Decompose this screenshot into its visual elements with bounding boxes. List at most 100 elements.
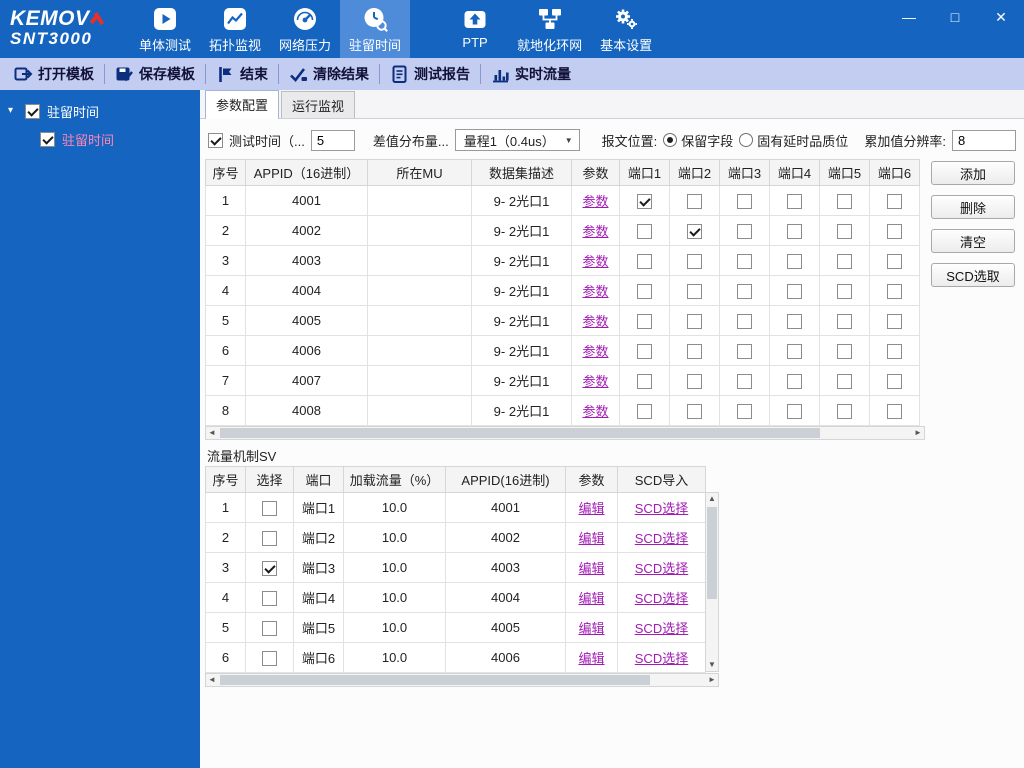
- select-checkbox[interactable]: [262, 531, 277, 546]
- param-link[interactable]: 参数: [582, 404, 608, 419]
- port-3-checkbox[interactable]: [737, 404, 752, 419]
- port-6-checkbox[interactable]: [887, 344, 902, 359]
- scd-select-link[interactable]: SCD选择: [635, 561, 688, 576]
- port-6-checkbox[interactable]: [887, 224, 902, 239]
- edit-link[interactable]: 编辑: [578, 531, 604, 546]
- column-header[interactable]: 端口: [294, 467, 344, 493]
- param-link[interactable]: 参数: [582, 254, 608, 269]
- scd-select-link[interactable]: SCD选择: [635, 591, 688, 606]
- end-button[interactable]: 结束: [206, 58, 278, 90]
- test-time-checkbox[interactable]: [208, 133, 223, 148]
- port-5-checkbox[interactable]: [837, 224, 852, 239]
- edit-link[interactable]: 编辑: [578, 651, 604, 666]
- param-link[interactable]: 参数: [582, 374, 608, 389]
- port-5-checkbox[interactable]: [837, 344, 852, 359]
- port-4-checkbox[interactable]: [787, 284, 802, 299]
- param-link[interactable]: 参数: [582, 344, 608, 359]
- scrollbar-thumb[interactable]: [220, 675, 650, 685]
- tab-param-config[interactable]: 参数配置: [205, 90, 279, 119]
- select-checkbox[interactable]: [262, 561, 277, 576]
- edit-link[interactable]: 编辑: [578, 501, 604, 516]
- sv-table-vscrollbar[interactable]: ▲ ▼: [705, 492, 719, 672]
- nav-ptp[interactable]: PTP: [442, 0, 508, 58]
- port-3-checkbox[interactable]: [737, 254, 752, 269]
- port-4-checkbox[interactable]: [787, 344, 802, 359]
- realtime-traffic-button[interactable]: 实时流量: [481, 58, 581, 90]
- radio-reserved-field[interactable]: 保留字段: [663, 131, 733, 150]
- tree-item-residence-child[interactable]: 驻留时间: [0, 125, 200, 153]
- clear-results-button[interactable]: 清除结果: [279, 58, 379, 90]
- column-header[interactable]: APPID(16进制): [446, 467, 566, 493]
- column-header[interactable]: 所在MU: [368, 160, 472, 186]
- add-button[interactable]: 添加: [931, 161, 1015, 185]
- port-5-checkbox[interactable]: [837, 404, 852, 419]
- param-link[interactable]: 参数: [582, 284, 608, 299]
- scroll-right-icon[interactable]: ►: [912, 427, 924, 439]
- port-2-checkbox[interactable]: [687, 224, 702, 239]
- column-header[interactable]: 端口6: [870, 160, 920, 186]
- port-4-checkbox[interactable]: [787, 254, 802, 269]
- column-header[interactable]: 加载流量（%）: [344, 467, 446, 493]
- port-5-checkbox[interactable]: [837, 254, 852, 269]
- port-2-checkbox[interactable]: [687, 344, 702, 359]
- scroll-right-icon[interactable]: ►: [706, 674, 718, 686]
- accum-resolution-input[interactable]: [952, 130, 1016, 151]
- port-5-checkbox[interactable]: [837, 284, 852, 299]
- column-header[interactable]: 端口5: [820, 160, 870, 186]
- edit-link[interactable]: 编辑: [578, 621, 604, 636]
- param-link[interactable]: 参数: [582, 194, 608, 209]
- port-5-checkbox[interactable]: [837, 194, 852, 209]
- clear-button[interactable]: 清空: [931, 229, 1015, 253]
- port-4-checkbox[interactable]: [787, 404, 802, 419]
- port-5-checkbox[interactable]: [837, 374, 852, 389]
- port-1-checkbox[interactable]: [637, 224, 652, 239]
- port-1-checkbox[interactable]: [637, 374, 652, 389]
- port-4-checkbox[interactable]: [787, 224, 802, 239]
- port-3-checkbox[interactable]: [737, 224, 752, 239]
- column-header[interactable]: APPID（16进制）: [246, 160, 368, 186]
- column-header[interactable]: 参数: [566, 467, 618, 493]
- nav-residence-time[interactable]: 驻留时间: [340, 0, 410, 58]
- scd-select-link[interactable]: SCD选择: [635, 501, 688, 516]
- test-report-button[interactable]: 测试报告: [380, 58, 480, 90]
- port-1-checkbox[interactable]: [637, 284, 652, 299]
- tree-expander-icon[interactable]: ▾: [8, 106, 18, 116]
- column-header[interactable]: 端口1: [620, 160, 670, 186]
- param-link[interactable]: 参数: [582, 224, 608, 239]
- select-checkbox[interactable]: [262, 651, 277, 666]
- port-4-checkbox[interactable]: [787, 314, 802, 329]
- scd-select-link[interactable]: SCD选择: [635, 651, 688, 666]
- column-header[interactable]: 序号: [206, 467, 246, 493]
- range-select[interactable]: 量程1（0.4us） ▼: [455, 129, 580, 151]
- port-4-checkbox[interactable]: [787, 194, 802, 209]
- select-checkbox[interactable]: [262, 501, 277, 516]
- save-template-button[interactable]: 保存模板: [105, 58, 205, 90]
- port-6-checkbox[interactable]: [887, 404, 902, 419]
- scd-pick-button[interactable]: SCD选取: [931, 263, 1015, 287]
- select-checkbox[interactable]: [262, 621, 277, 636]
- scroll-left-icon[interactable]: ◄: [206, 427, 218, 439]
- scroll-down-icon[interactable]: ▼: [706, 659, 718, 671]
- port-2-checkbox[interactable]: [687, 374, 702, 389]
- port-6-checkbox[interactable]: [887, 194, 902, 209]
- port-6-checkbox[interactable]: [887, 374, 902, 389]
- scroll-left-icon[interactable]: ◄: [206, 674, 218, 686]
- tree-child-checkbox[interactable]: [40, 132, 55, 147]
- port-6-checkbox[interactable]: [887, 284, 902, 299]
- select-checkbox[interactable]: [262, 591, 277, 606]
- tab-run-monitor[interactable]: 运行监视: [281, 91, 355, 118]
- port-1-checkbox[interactable]: [637, 404, 652, 419]
- port-2-checkbox[interactable]: [687, 314, 702, 329]
- nav-basic-settings[interactable]: 基本设置: [591, 0, 661, 58]
- port-3-checkbox[interactable]: [737, 194, 752, 209]
- column-header[interactable]: 参数: [572, 160, 620, 186]
- tree-root-checkbox[interactable]: [25, 104, 40, 119]
- column-header[interactable]: 端口3: [720, 160, 770, 186]
- tree-item-residence-root[interactable]: ▾ 驻留时间: [0, 97, 200, 125]
- port-6-checkbox[interactable]: [887, 254, 902, 269]
- column-header[interactable]: 序号: [206, 160, 246, 186]
- scrollbar-thumb[interactable]: [707, 507, 717, 599]
- port-1-checkbox[interactable]: [637, 194, 652, 209]
- delete-button[interactable]: 删除: [931, 195, 1015, 219]
- nav-single-test[interactable]: 单体测试: [130, 0, 200, 58]
